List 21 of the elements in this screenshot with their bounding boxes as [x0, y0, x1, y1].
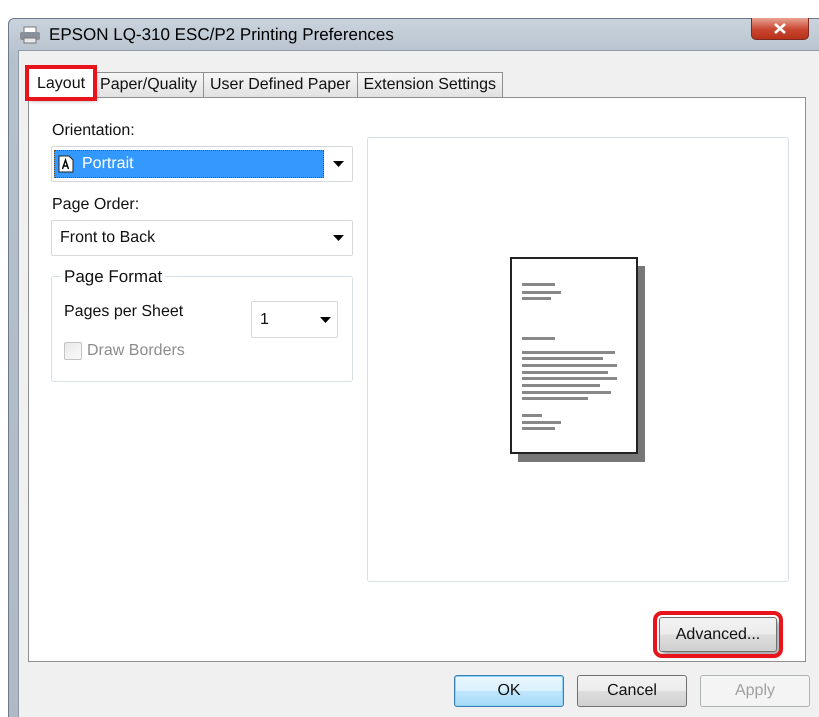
group-title: Page Format [61, 267, 166, 287]
caret-icon [332, 235, 344, 241]
caret-icon [332, 161, 344, 167]
orientation-label: Orientation: [52, 122, 136, 140]
tab[interactable]: Layout [28, 68, 94, 98]
pages-per-sheet-dropdown[interactable]: 1 [251, 301, 338, 338]
close-icon [774, 23, 786, 34]
dialog-button[interactable]: Cancel [577, 675, 687, 707]
tab[interactable]: Extension Settings [356, 72, 504, 97]
tab[interactable]: User Defined Paper [202, 72, 358, 97]
draw-borders-label: Draw Borders [87, 342, 185, 360]
window-title: EPSON LQ-310 ESC/P2 Printing Preferences [49, 24, 394, 44]
pages-per-sheet-label: Pages per Sheet [64, 303, 184, 321]
page-order-label: Page Order: [52, 196, 140, 214]
close-button[interactable] [751, 18, 809, 40]
portrait-page-icon [58, 155, 74, 173]
page-order-dropdown[interactable]: Front to Back [51, 220, 353, 256]
printer-icon [19, 26, 41, 44]
ok-button[interactable]: OK [454, 675, 564, 707]
selected-option: Portrait [54, 150, 324, 178]
caret-icon [320, 316, 331, 322]
